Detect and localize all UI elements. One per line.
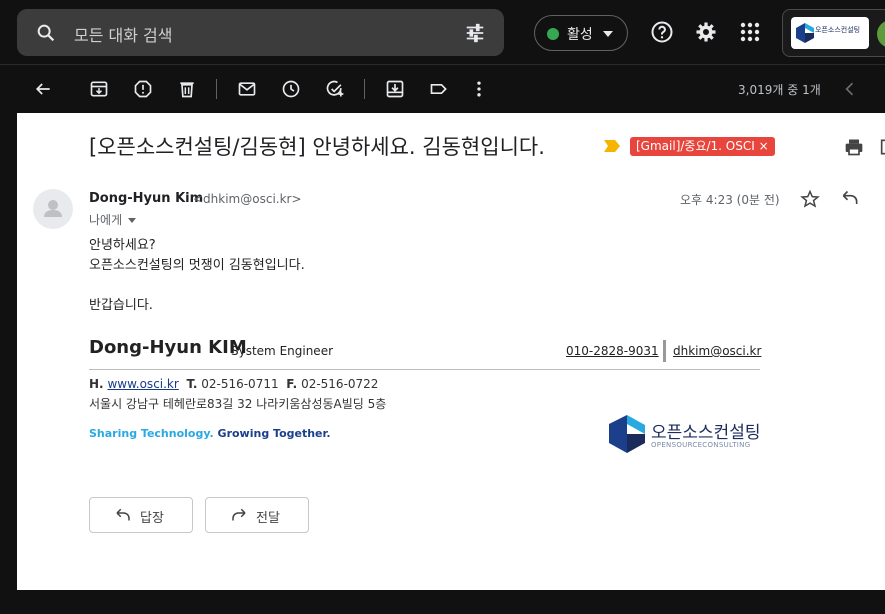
chevron-down-icon [603,31,613,37]
company-name-kr: 오픈소스컨설팅 [651,423,761,443]
organization-logo: 오픈소스컨설팅 [791,17,869,49]
signature-title: System Engineer [231,344,334,358]
message-view: [오픈소스컨설팅/김동현] 안녕하세요. 김동현입니다. [Gmail]/중요/… [17,113,885,590]
body-line: 오픈소스컨설팅의 멋쟁이 김동현입니다. [89,258,305,273]
email-subject: [오픈소스컨설팅/김동현] 안녕하세요. 김동현입니다. [89,135,545,159]
search-bar[interactable]: 모든 대화 검색 [17,9,504,56]
signature-rule [89,369,760,370]
tel-label: T. [186,377,198,391]
website-label: H. [89,377,104,391]
chevron-down-icon[interactable] [128,218,137,223]
sender-email: <dhkim@osci.kr> [193,192,302,206]
toolbar-divider [216,79,217,99]
archive-icon[interactable] [89,79,109,99]
toolbar-divider [364,79,365,99]
forward-button[interactable]: 전달 [205,497,309,533]
organization-logo-text: 오픈소스컨설팅 [815,26,861,34]
more-options-icon[interactable] [469,79,489,99]
add-task-icon[interactable] [325,79,345,99]
reply-button[interactable]: 답장 [89,497,193,533]
previous-icon[interactable] [840,79,860,99]
help-icon[interactable] [650,20,674,44]
search-icon[interactable] [35,22,57,44]
search-input[interactable]: 모든 대화 검색 [74,22,173,46]
sender-name: Dong-Hyun Kim [89,191,204,206]
status-dot [547,28,559,40]
label-chip[interactable]: [Gmail]/중요/1. OSCI × [630,137,775,156]
email-time: 오후 4:23 (0분 전) [680,193,780,207]
gear-icon[interactable] [694,20,718,44]
status-label: 활성 [567,27,593,43]
message-count: 3,019개 중 1개 [738,83,821,97]
sender-avatar [33,189,73,229]
snooze-icon[interactable] [281,79,301,99]
body-line [89,276,305,296]
signature-divider [663,340,666,362]
slogan-part-1: Sharing Technology. [89,427,214,440]
label-close-icon[interactable]: × [759,139,769,153]
fax-number: 02-516-0722 [301,377,379,391]
move-to-icon[interactable] [385,79,405,99]
signature-slogan: Sharing Technology. Growing Together. [89,427,331,440]
reply-icon[interactable] [840,189,860,209]
email-body: 안녕하세요? 오픈소스컨설팅의 멋쟁이 김동현입니다. 반갑습니다. [89,236,305,316]
signature-address: 서울시 강남구 테헤란로83길 32 나라키움삼성동A빌딩 5층 [89,397,387,411]
recipient-label: 나에게 [89,213,123,227]
reply-icon [116,508,130,521]
company-logo-mark [609,415,645,453]
label-text: [Gmail]/중요/1. OSCI [636,139,755,153]
status-selector[interactable]: 활성 [534,15,628,51]
print-icon[interactable] [844,137,864,157]
signature-name: Dong-Hyun KIM [89,337,247,358]
forward-icon [232,508,246,521]
signature-phone-link[interactable]: 010-2828-9031 [566,344,659,358]
star-icon[interactable] [800,189,820,209]
signature-contact: H. www.osci.kr T. 02-516-0711 F. 02-516-… [89,377,378,391]
report-spam-icon[interactable] [133,79,153,99]
apps-grid-icon[interactable] [738,20,762,44]
body-line: 안녕하세요? [89,238,156,253]
slogan-part-2: Growing Together. [217,427,331,440]
avatar[interactable] [877,20,885,48]
person-icon [44,200,62,217]
recipient-details[interactable]: 나에게 [89,211,137,228]
reply-button-label: 답장 [140,511,164,526]
tel-number: 02-516-0711 [201,377,279,391]
message-toolbar: 3,019개 중 1개 [0,64,885,113]
top-bar: 모든 대화 검색 활성 오픈소스컨설팅 [0,0,885,64]
account-area[interactable]: 오픈소스컨설팅 [782,9,885,57]
company-name-en: OPENSOURCECONSULTING [651,441,751,449]
body-line: 반갑습니다. [89,298,153,313]
company-logo: 오픈소스컨설팅 OPENSOURCECONSULTING [609,413,761,455]
search-options-icon[interactable] [464,22,486,44]
fax-label: F. [286,377,298,391]
forward-button-label: 전달 [256,511,280,526]
mark-unread-icon[interactable] [237,79,257,99]
open-new-window-icon[interactable] [879,137,885,157]
back-arrow-icon[interactable] [33,79,53,99]
delete-icon[interactable] [177,79,197,99]
website-link[interactable]: www.osci.kr [107,377,178,391]
signature-email-link[interactable]: dhkim@osci.kr [673,344,761,358]
important-marker-icon[interactable] [604,140,620,152]
label-icon[interactable] [429,79,449,99]
